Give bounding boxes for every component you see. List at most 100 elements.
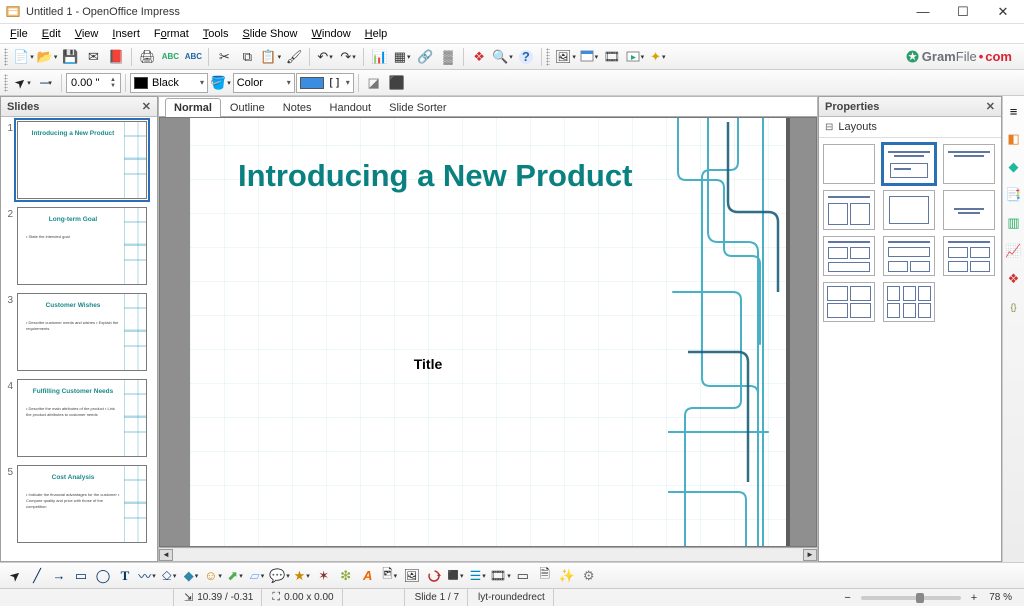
- slide-thumb-4[interactable]: 4 Fulfilling Customer Needs• Describe th…: [3, 379, 155, 457]
- cut-button[interactable]: [213, 46, 235, 68]
- menu-file[interactable]: File: [4, 26, 34, 42]
- fontwork-tool[interactable]: [357, 565, 379, 587]
- callouts-tool[interactable]: [268, 565, 291, 587]
- slide-layout-tool[interactable]: [512, 565, 534, 587]
- window-maximize[interactable]: ☐: [948, 4, 978, 20]
- ellipse-tool[interactable]: [92, 565, 114, 587]
- menu-tools[interactable]: Tools: [197, 26, 235, 42]
- layout-1over2[interactable]: [883, 236, 935, 276]
- menu-help[interactable]: Help: [359, 26, 394, 42]
- menu-insert[interactable]: Insert: [106, 26, 146, 42]
- email-button[interactable]: [82, 46, 104, 68]
- sidebar-transition-icon[interactable]: [1005, 214, 1023, 232]
- layouts-section-header[interactable]: ⊟ Layouts: [819, 117, 1001, 138]
- edit-points-tool[interactable]: [313, 565, 335, 587]
- arrow-line-tool[interactable]: [48, 565, 70, 587]
- autospellcheck-button[interactable]: [182, 46, 204, 68]
- zoom-out-button[interactable]: −: [842, 592, 852, 604]
- tab-outline[interactable]: Outline: [221, 98, 274, 117]
- animation-tool[interactable]: [556, 565, 578, 587]
- fill-color-combo[interactable]: [] ▾: [296, 73, 354, 93]
- sidebar-master-icon[interactable]: [1005, 158, 1023, 176]
- layout-title-only[interactable]: [943, 144, 995, 184]
- grid-button[interactable]: [437, 46, 459, 68]
- zoom-in-button[interactable]: +: [969, 592, 979, 604]
- layout-2x2[interactable]: [943, 236, 995, 276]
- slide-design-tool[interactable]: [534, 565, 556, 587]
- menu-edit[interactable]: Edit: [36, 26, 67, 42]
- navigator-button[interactable]: [468, 46, 490, 68]
- format-paintbrush-button[interactable]: [283, 46, 305, 68]
- spellcheck-button[interactable]: [159, 46, 181, 68]
- gallery-button[interactable]: [554, 46, 577, 68]
- slide-canvas[interactable]: Introducing a New Product Title: [190, 117, 786, 547]
- tab-handout[interactable]: Handout: [321, 98, 381, 117]
- slide-design-button[interactable]: [578, 46, 600, 68]
- slide-thumb-2[interactable]: 2 Long-term Goal• State the intended goa…: [3, 207, 155, 285]
- line-tool[interactable]: [26, 565, 48, 587]
- sidebar-navigator-icon[interactable]: [1005, 270, 1023, 288]
- basic-shapes-tool[interactable]: [180, 565, 202, 587]
- align-tool[interactable]: [445, 565, 467, 587]
- select-tool[interactable]: [4, 565, 26, 587]
- sidebar-animation-icon[interactable]: [1005, 186, 1023, 204]
- paste-button[interactable]: [259, 46, 282, 68]
- undo-button[interactable]: [314, 46, 336, 68]
- extrusion-button[interactable]: [386, 72, 408, 94]
- properties-panel-close-icon[interactable]: ✕: [986, 100, 995, 113]
- redo-button[interactable]: [337, 46, 359, 68]
- window-minimize[interactable]: —: [908, 4, 938, 19]
- tab-normal[interactable]: Normal: [165, 98, 221, 117]
- slide-thumb-5[interactable]: 5 Cost Analysis• Indicate the financial …: [3, 465, 155, 543]
- arrow-style-button[interactable]: [12, 72, 34, 94]
- save-button[interactable]: [59, 46, 81, 68]
- hyperlink-button[interactable]: [414, 46, 436, 68]
- slideshow-dd-button[interactable]: [624, 46, 646, 68]
- toolbar-grip[interactable]: [4, 48, 8, 66]
- toolbar-grip2[interactable]: [546, 48, 550, 66]
- slide-canvas-area[interactable]: Introducing a New Product Title: [159, 117, 817, 547]
- copy-button[interactable]: [236, 46, 258, 68]
- sidebar-properties-icon[interactable]: [1005, 130, 1023, 148]
- block-arrows-tool[interactable]: [224, 565, 246, 587]
- layout-6content[interactable]: [883, 282, 935, 322]
- from-file-tool[interactable]: [379, 565, 401, 587]
- layout-2over1[interactable]: [823, 236, 875, 276]
- layout-title-content[interactable]: [883, 144, 935, 184]
- slide-title-text[interactable]: Introducing a New Product: [238, 158, 656, 194]
- zoom-value[interactable]: 78 %: [981, 589, 1020, 606]
- shadow-button[interactable]: [363, 72, 385, 94]
- help-button[interactable]: [515, 46, 537, 68]
- open-button[interactable]: [36, 46, 59, 68]
- arrange-tool[interactable]: [467, 565, 489, 587]
- line-color-combo[interactable]: Black ▾: [130, 73, 208, 93]
- insert-slide-tool[interactable]: [489, 565, 512, 587]
- tab-notes[interactable]: Notes: [274, 98, 321, 117]
- export-pdf-button[interactable]: [105, 46, 127, 68]
- tab-slidesorter[interactable]: Slide Sorter: [380, 98, 455, 117]
- slides-list[interactable]: 1 Introducing a New Product 2 Long-term …: [1, 117, 157, 561]
- rotate-tool[interactable]: [423, 565, 445, 587]
- fill-mode-combo[interactable]: Color ▾: [233, 73, 295, 93]
- interaction-tool[interactable]: [578, 565, 600, 587]
- layout-content-only[interactable]: [883, 190, 935, 230]
- horizontal-scrollbar[interactable]: ◄►: [159, 547, 817, 561]
- line-style-button[interactable]: [35, 72, 57, 94]
- new-button[interactable]: [12, 46, 35, 68]
- styles-button[interactable]: [647, 46, 669, 68]
- zoom-button[interactable]: [491, 46, 514, 68]
- toolbar-grip3[interactable]: [4, 74, 8, 92]
- layout-4content[interactable]: [823, 282, 875, 322]
- chart-button[interactable]: [368, 46, 390, 68]
- gallery-tool[interactable]: [401, 565, 423, 587]
- sidebar-styles-icon[interactable]: [1005, 298, 1023, 316]
- slides-panel-close-icon[interactable]: ✕: [142, 100, 151, 113]
- menu-window[interactable]: Window: [306, 26, 357, 42]
- stars-tool[interactable]: [291, 565, 313, 587]
- sidebar-gallery-icon[interactable]: [1005, 242, 1023, 260]
- menu-view[interactable]: View: [69, 26, 105, 42]
- print-button[interactable]: [136, 46, 158, 68]
- text-tool[interactable]: [114, 565, 136, 587]
- curve-tool[interactable]: [136, 565, 158, 587]
- slide-subtitle-placeholder[interactable]: Title: [190, 356, 666, 372]
